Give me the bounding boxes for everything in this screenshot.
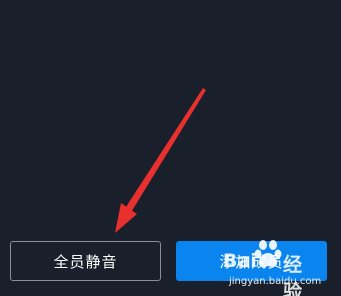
mute-all-button[interactable]: 全员静音 [10, 241, 161, 281]
mute-all-label: 全员静音 [53, 252, 118, 271]
add-member-label: 添加成员 [219, 252, 284, 271]
add-member-button[interactable]: 添加成员 [176, 241, 327, 281]
meeting-screen: 全员静音 添加成员 Bai 经验 jingyan.baidu.com [0, 0, 341, 296]
